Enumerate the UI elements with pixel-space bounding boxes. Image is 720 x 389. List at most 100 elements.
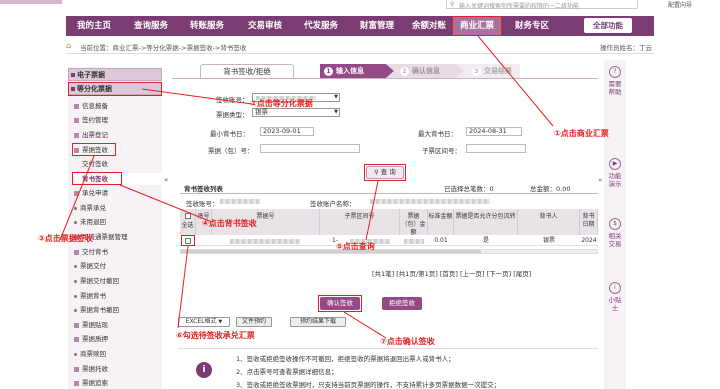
total-amount: 总金额：0.00 xyxy=(530,185,571,193)
question-icon: ? xyxy=(609,66,621,78)
sidebar-item-commercial-accept[interactable]: 商票承兑 xyxy=(74,202,106,214)
max-issue-label: 最大背书日： xyxy=(418,130,457,138)
bullet-icon xyxy=(74,206,77,210)
row-splittable: 是 xyxy=(482,237,489,244)
chevron-down-icon: ▼ xyxy=(334,109,338,115)
search-icon: ⚲ xyxy=(450,1,455,8)
top-strip: ⚲ 输入关键词搜索你所需要的权限的一二级功能 配置向导 xyxy=(0,0,720,16)
highlight-confirm-button xyxy=(318,295,362,312)
step-1: 1 输入信息 xyxy=(324,66,364,76)
annotation-6: ⑥勾选待签收承兑汇票 xyxy=(176,331,255,340)
menu-icon xyxy=(74,336,79,342)
sidebar-item-collection[interactable]: 票据托收 xyxy=(74,363,108,375)
max-issue-input[interactable]: 2024-08-31 xyxy=(466,127,522,136)
col-select-all[interactable]: 全选 xyxy=(180,209,196,235)
nav-transfer[interactable]: 转账服务 xyxy=(180,16,234,36)
sub-range-label: 子票区间号： xyxy=(422,147,461,155)
bill-no-input[interactable] xyxy=(260,144,360,153)
sub-range-input[interactable] xyxy=(466,144,526,153)
sidebar-item-recourse[interactable]: 票据追索 xyxy=(74,377,108,389)
nav-review[interactable]: 交易审核 xyxy=(238,16,292,36)
list-title: 背书签收列表 xyxy=(184,185,223,193)
operator-name: 操作员姓名：丁云 xyxy=(600,44,652,52)
bill-type-select[interactable]: 银票 ▼ xyxy=(252,108,340,117)
highlight-bill-sign xyxy=(72,143,116,156)
sidebar-item-bill-delivery[interactable]: 票据交付 xyxy=(74,260,106,272)
sidebar-item-issue-register[interactable]: 出票登记 xyxy=(74,129,108,141)
excel-format-select[interactable]: EXCEL格式 ▼ xyxy=(178,317,230,327)
sidebar-item-delivery-sign[interactable]: 交付签收 xyxy=(82,158,108,170)
demo-item[interactable]: ▶ 功能演示 xyxy=(607,158,623,188)
config-guide-link[interactable]: 配置向导 xyxy=(668,0,692,9)
nav-reconcile[interactable]: 余额对账 xyxy=(402,16,456,36)
col-amount: 票据（包）金额 xyxy=(400,209,428,235)
menu-icon xyxy=(74,380,79,386)
selected-count: 已选择总笔数：0 xyxy=(444,185,494,193)
col-splittable: 票据是否允许分包流转 xyxy=(454,209,518,235)
row-date: 2024 xyxy=(581,237,597,244)
related-item[interactable]: $ 相关交易 xyxy=(607,218,623,248)
sidebar-item-accept-apply[interactable]: 承兑申请 xyxy=(74,187,108,199)
sidebar-item-discount[interactable]: 票据贴现 xyxy=(74,319,108,331)
help-item[interactable]: ? 需要帮助 xyxy=(607,66,623,96)
right-help-bar: ? 需要帮助 ▶ 功能演示 $ 相关交易 i 小贴士 xyxy=(604,60,626,389)
sidebar-item-info-report[interactable]: 信息报备 xyxy=(74,100,108,112)
sidebar-item-contract[interactable]: 签约管理 xyxy=(74,114,108,126)
highlight-endorse-sign xyxy=(72,172,122,185)
sidebar-item-redeem[interactable]: 商票赎回 xyxy=(74,348,106,360)
menu-icon xyxy=(74,117,79,123)
rightbar-collapse-icon[interactable]: « xyxy=(598,176,602,184)
nav-wealth[interactable]: 财富管理 xyxy=(350,16,404,36)
step-3: 3 交易结果 xyxy=(472,66,512,76)
highlight-row-checkbox xyxy=(181,235,195,246)
select-all-checkbox[interactable] xyxy=(184,213,191,219)
table-scrollbar[interactable] xyxy=(180,249,598,254)
file-preview-button[interactable]: 文件预约 xyxy=(236,317,272,327)
square-icon xyxy=(71,73,75,77)
sidebar-item-bill-endorse[interactable]: 票据背书 xyxy=(74,290,106,302)
annotation-7: ⑦点击确认签收 xyxy=(380,337,435,346)
step-2: 2 确认信息 xyxy=(400,66,440,76)
note-1: 1、签收或拒绝签收操作不可撤回，拒绝签收的票据将退回出票人或背书人； xyxy=(236,355,455,363)
tab-endorse-sign[interactable]: 背书签收/拒绝 xyxy=(200,64,294,78)
col-sub-range: 子票区间号 xyxy=(320,209,400,235)
breadcrumb-bar: ⌂ 当前位置：商业汇票->等分化票据->票据签收->背书签收 操作员姓名：丁云 xyxy=(66,38,654,54)
sidebar-item-pledge[interactable]: 票据质押 xyxy=(74,333,108,345)
tips-item[interactable]: i 小贴士 xyxy=(607,282,623,312)
sidebar-head-electronic-bill[interactable]: 电子票据 xyxy=(68,68,162,81)
nav-home[interactable]: 我的主页 xyxy=(66,16,122,36)
col-std-amount: 标准金额 xyxy=(428,209,454,235)
nav-finance[interactable]: 财务专区 xyxy=(506,16,558,36)
min-issue-label: 最小背书日： xyxy=(210,130,249,138)
sidebar-item-unused-return[interactable]: 未用退回 xyxy=(74,216,106,228)
nav-query[interactable]: 查询服务 xyxy=(124,16,178,36)
preview-download-button[interactable]: 预约结果下载 xyxy=(290,317,346,327)
search-input[interactable]: ⚲ 输入关键词搜索你所需要的权限的一二级功能 xyxy=(446,0,638,10)
row-bill-no[interactable] xyxy=(230,239,300,244)
annotation-5: ⑤点击查询 xyxy=(336,242,375,251)
highlight-commercial-bill xyxy=(452,16,502,36)
scrollbar-thumb[interactable] xyxy=(181,250,481,253)
menu-icon xyxy=(74,322,79,328)
bank-logo xyxy=(0,0,62,4)
bullet-icon xyxy=(74,220,77,224)
list-account-user-value xyxy=(370,199,490,204)
chevron-down-icon: ▼ xyxy=(218,319,223,325)
bullet-icon xyxy=(74,264,77,268)
bullet-icon xyxy=(74,352,77,356)
sidebar-collapse-icon[interactable]: « xyxy=(164,176,168,184)
annotation-2: ②点击等分化票据 xyxy=(250,99,313,108)
list-account-user-label: 签收账户名称： xyxy=(310,200,356,208)
list-divider xyxy=(180,193,598,194)
all-functions-button[interactable]: 全部功能 xyxy=(584,18,632,33)
nav-payroll[interactable]: 代发服务 xyxy=(294,16,348,36)
pagination[interactable]: [共1笔] [共1页/第1页] [首页] [上一页] [下一页] [尾页] xyxy=(372,268,531,278)
info-circle-icon: i xyxy=(609,282,621,294)
sidebar-item-endorse-revoke[interactable]: 票据背书撤回 xyxy=(74,304,119,316)
home-icon[interactable]: ⌂ xyxy=(66,41,71,50)
bullet-icon xyxy=(74,279,77,283)
reject-sign-button[interactable]: 拒绝签收 xyxy=(382,297,422,310)
min-issue-input[interactable]: 2023-09-01 xyxy=(260,127,314,136)
sidebar-item-delivery-revoke[interactable]: 票据交付撤回 xyxy=(74,275,119,287)
sidebar-item-delivery-endorse[interactable]: 交付背书 xyxy=(74,246,108,258)
